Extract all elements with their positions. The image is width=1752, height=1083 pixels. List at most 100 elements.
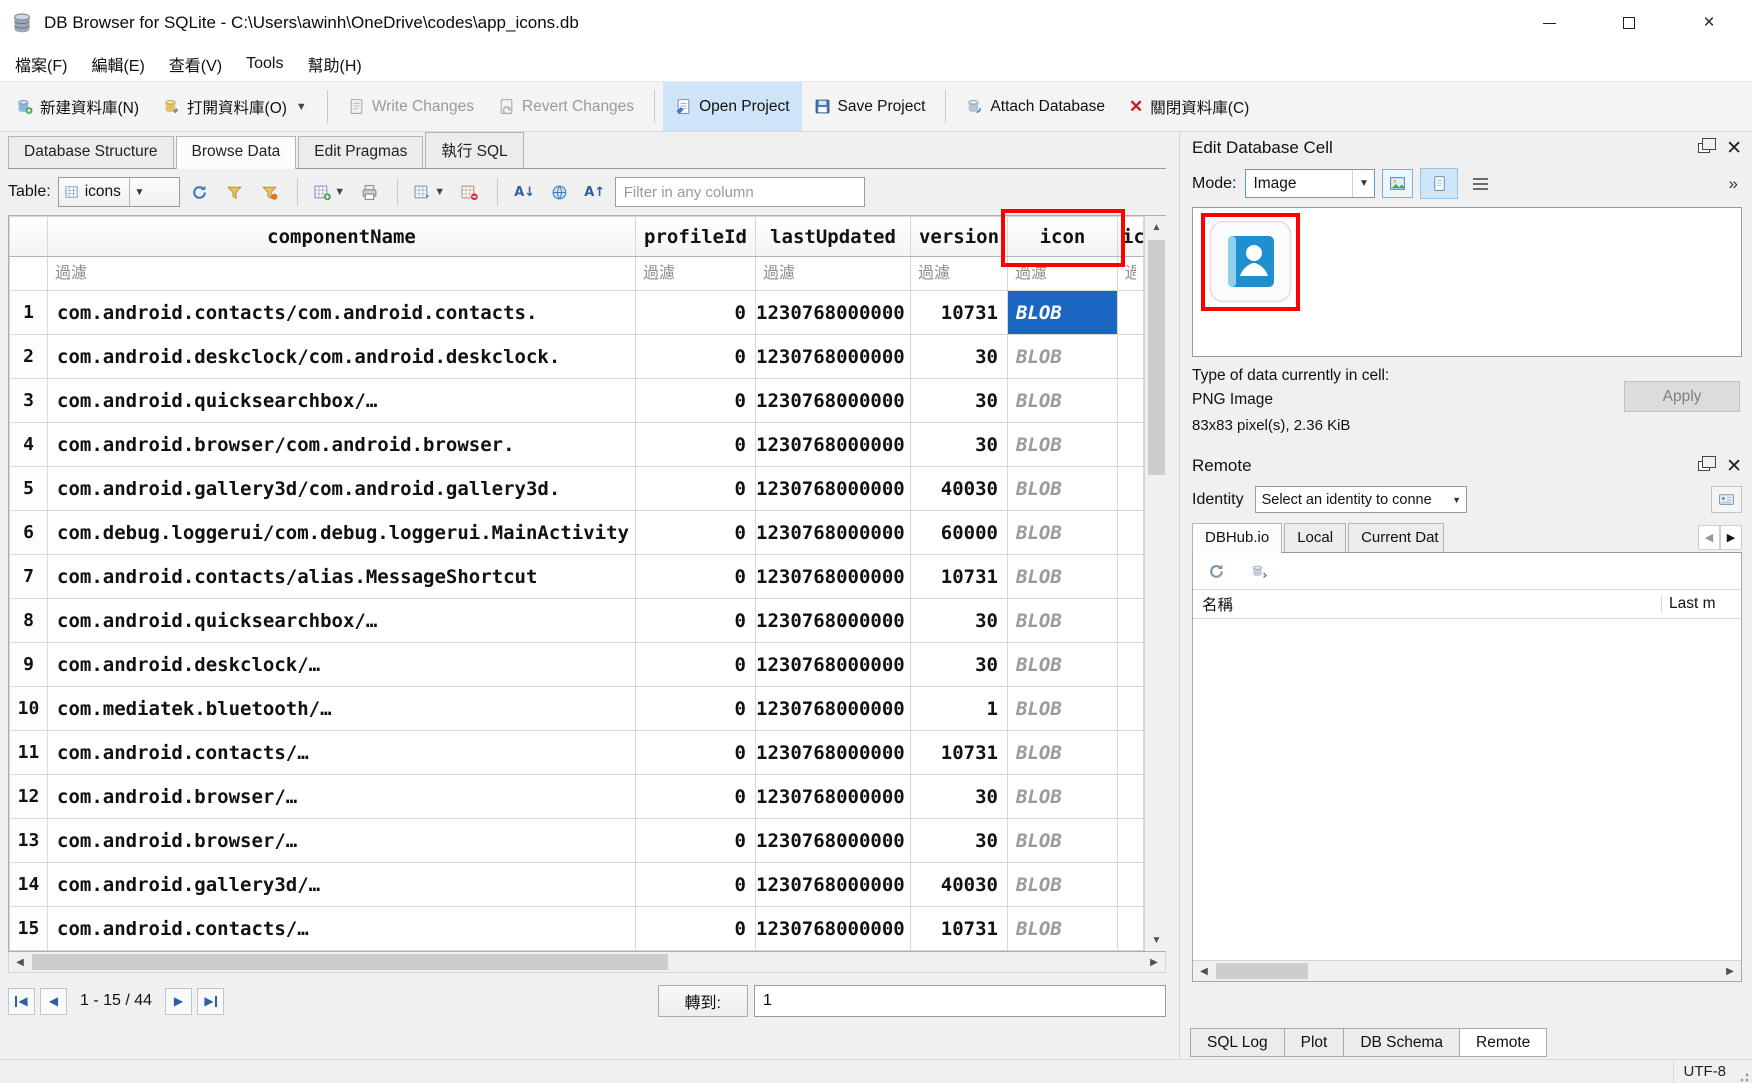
export-records-button[interactable]: ▼: [410, 177, 450, 207]
row-number[interactable]: 2: [10, 335, 48, 379]
apply-button[interactable]: Apply: [1624, 381, 1740, 412]
row-number[interactable]: 1: [10, 291, 48, 335]
dock-tab-remote[interactable]: Remote: [1459, 1028, 1547, 1057]
cell-icon[interactable]: BLOB: [1008, 643, 1118, 687]
column-header-partial[interactable]: ic: [1118, 217, 1144, 257]
row-number[interactable]: 9: [10, 643, 48, 687]
row-number[interactable]: 12: [10, 775, 48, 819]
new-database-button[interactable]: 新建資料庫(N): [4, 82, 151, 131]
cell-version[interactable]: 30: [911, 643, 1008, 687]
write-changes-button[interactable]: Write Changes: [336, 82, 486, 131]
minimize-button[interactable]: [1534, 8, 1564, 38]
cell-icon[interactable]: BLOB: [1008, 863, 1118, 907]
remote-tab-dbhub[interactable]: DBHub.io: [1192, 523, 1282, 553]
cell-lastUpdated[interactable]: 1230768000000: [756, 291, 911, 335]
cell-componentName[interactable]: com.android.gallery3d/com.android.galler…: [48, 467, 636, 511]
cell-version[interactable]: 10731: [911, 291, 1008, 335]
row-number[interactable]: 11: [10, 731, 48, 775]
view-mode-button[interactable]: [1420, 168, 1458, 199]
dock-tab-plot[interactable]: Plot: [1284, 1028, 1345, 1057]
row-number[interactable]: 8: [10, 599, 48, 643]
cell-extra[interactable]: [1118, 643, 1144, 687]
filter-input-componentName[interactable]: [48, 257, 635, 290]
row-number[interactable]: 14: [10, 863, 48, 907]
cell-lastUpdated[interactable]: 1230768000000: [756, 819, 911, 863]
save-filters-button[interactable]: [255, 177, 285, 207]
mode-select[interactable]: Image ▼: [1245, 169, 1375, 198]
row-number[interactable]: 5: [10, 467, 48, 511]
cell-lastUpdated[interactable]: 1230768000000: [756, 731, 911, 775]
cell-lastUpdated[interactable]: 1230768000000: [756, 599, 911, 643]
cell-componentName[interactable]: com.android.quicksearchbox/…: [48, 599, 636, 643]
filter-input-partial[interactable]: [1118, 257, 1143, 290]
cell-extra[interactable]: [1118, 687, 1144, 731]
cell-lastUpdated[interactable]: 1230768000000: [756, 687, 911, 731]
clone-database-button[interactable]: [1243, 556, 1273, 586]
horizontal-scroll-thumb[interactable]: [32, 954, 668, 970]
cell-icon[interactable]: BLOB: [1008, 423, 1118, 467]
cell-version[interactable]: 30: [911, 775, 1008, 819]
cell-profileId[interactable]: 0: [636, 731, 756, 775]
filter-input-version[interactable]: [911, 257, 1007, 290]
remote-list-body[interactable]: [1193, 619, 1741, 960]
open-database-button[interactable]: 打開資料庫(O) ▼: [151, 82, 319, 131]
cell-icon[interactable]: BLOB: [1008, 907, 1118, 951]
cell-extra[interactable]: [1118, 819, 1144, 863]
row-number[interactable]: 13: [10, 819, 48, 863]
tab-edit-pragmas[interactable]: Edit Pragmas: [298, 136, 423, 168]
column-header-version[interactable]: version: [911, 217, 1008, 257]
remote-refresh-button[interactable]: [1201, 556, 1231, 586]
cell-profileId[interactable]: 0: [636, 423, 756, 467]
cell-profileId[interactable]: 0: [636, 291, 756, 335]
cell-icon[interactable]: BLOB: [1008, 775, 1118, 819]
row-number[interactable]: 4: [10, 423, 48, 467]
filter-lastUpdated[interactable]: [756, 257, 911, 291]
cell-extra[interactable]: [1118, 775, 1144, 819]
cell-extra[interactable]: [1118, 555, 1144, 599]
close-panel-icon[interactable]: ✕: [1726, 457, 1742, 476]
dock-tab-sql-log[interactable]: SQL Log: [1190, 1028, 1285, 1057]
cell-extra[interactable]: [1118, 467, 1144, 511]
attach-database-button[interactable]: Attach Database: [954, 82, 1117, 131]
close-panel-icon[interactable]: ✕: [1726, 139, 1742, 158]
cell-version[interactable]: 10731: [911, 907, 1008, 951]
float-panel-icon[interactable]: [1698, 461, 1710, 471]
cell-lastUpdated[interactable]: 1230768000000: [756, 775, 911, 819]
remote-tabs-scroll-left-button[interactable]: ◀: [1698, 525, 1720, 550]
word-wrap-button[interactable]: [1465, 169, 1496, 198]
encoding-button[interactable]: [545, 177, 575, 207]
cell-profileId[interactable]: 0: [636, 907, 756, 951]
cell-profileId[interactable]: 0: [636, 379, 756, 423]
table-selector[interactable]: icons ▼: [58, 177, 180, 207]
identity-card-button[interactable]: [1711, 486, 1742, 513]
import-data-button[interactable]: [1382, 169, 1413, 198]
cell-profileId[interactable]: 0: [636, 511, 756, 555]
cell-componentName[interactable]: com.android.browser/…: [48, 819, 636, 863]
close-button[interactable]: ×: [1694, 8, 1724, 38]
cell-extra[interactable]: [1118, 511, 1144, 555]
cell-version[interactable]: 30: [911, 335, 1008, 379]
cell-lastUpdated[interactable]: 1230768000000: [756, 511, 911, 555]
remote-tabs-scroll-right-button[interactable]: ▶: [1720, 525, 1742, 550]
cell-version[interactable]: 10731: [911, 731, 1008, 775]
cell-icon[interactable]: BLOB: [1008, 379, 1118, 423]
delete-record-button[interactable]: [455, 177, 485, 207]
scroll-up-icon[interactable]: ▲: [1145, 216, 1168, 238]
filter-any-column-input[interactable]: [615, 177, 865, 207]
cell-lastUpdated[interactable]: 1230768000000: [756, 467, 911, 511]
remote-scroll-right-icon[interactable]: ▶: [1719, 961, 1741, 981]
menu-view[interactable]: 查看(V): [158, 46, 233, 82]
cell-version[interactable]: 1: [911, 687, 1008, 731]
column-header-lastUpdated[interactable]: lastUpdated: [756, 217, 911, 257]
cell-componentName[interactable]: com.android.deskclock/…: [48, 643, 636, 687]
clear-filters-button[interactable]: [220, 177, 250, 207]
save-project-button[interactable]: Save Project: [802, 82, 938, 131]
cell-icon[interactable]: BLOB: [1008, 335, 1118, 379]
open-project-button[interactable]: Open Project: [663, 82, 801, 131]
dock-tab-db-schema[interactable]: DB Schema: [1343, 1028, 1460, 1057]
filter-componentName[interactable]: [48, 257, 636, 291]
cell-profileId[interactable]: 0: [636, 775, 756, 819]
cell-icon[interactable]: BLOB: [1008, 291, 1118, 335]
cell-componentName[interactable]: com.android.quicksearchbox/…: [48, 379, 636, 423]
row-number[interactable]: 7: [10, 555, 48, 599]
